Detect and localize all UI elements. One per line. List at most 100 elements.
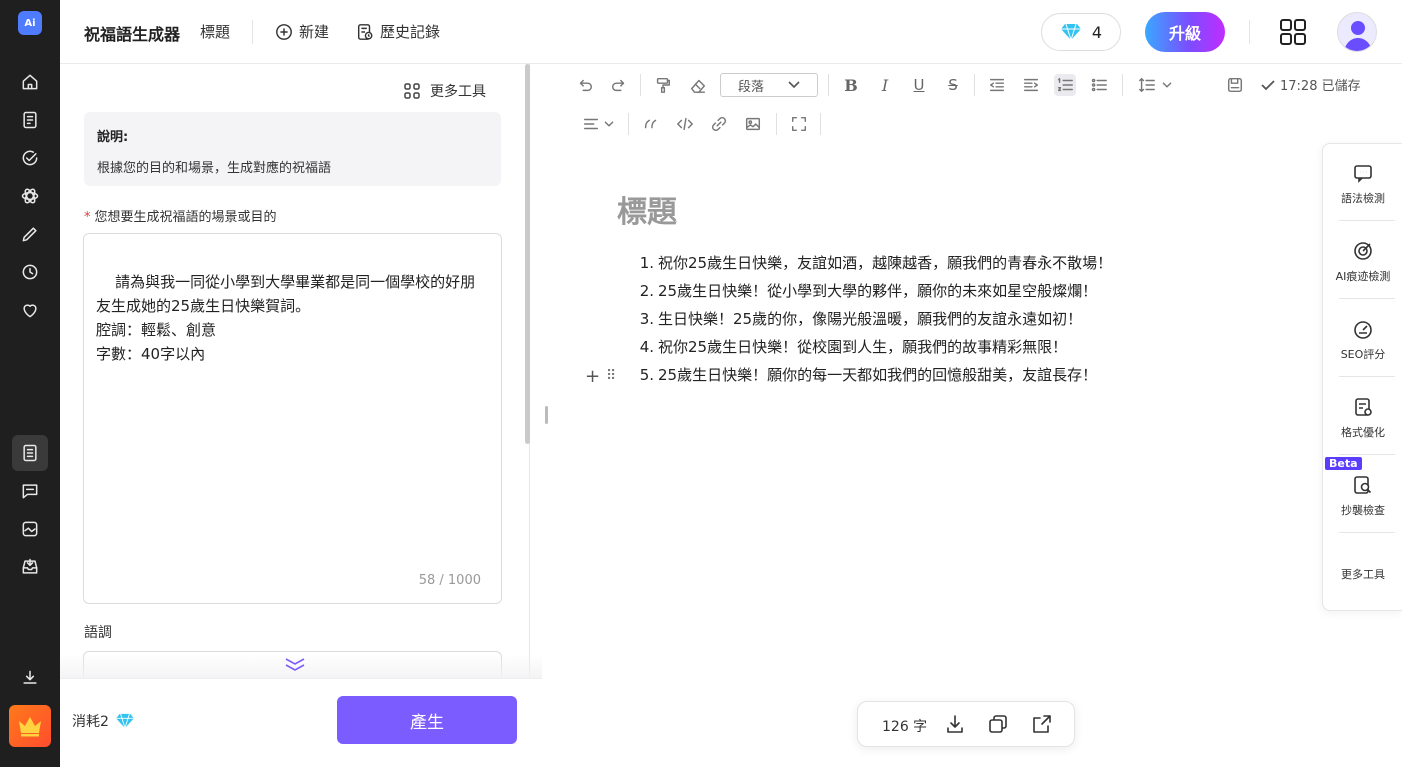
divider <box>1339 298 1395 299</box>
generate-button[interactable]: 產生 <box>337 696 517 744</box>
seo-score-button[interactable]: SEO評分 <box>1323 318 1402 388</box>
format-optimize-button[interactable]: 格式優化 <box>1323 396 1402 466</box>
description-box: 說明: 根據您的目的和場景，生成對應的祝福語 <box>84 112 501 186</box>
field-label: * 您想要生成祝福語的場景或目的 <box>84 206 277 225</box>
history-doc-icon <box>357 23 373 40</box>
heart-icon[interactable] <box>16 296 44 324</box>
right-tools-panel: 語法檢測 AI痕迹檢測 SEO評分 格式優化 Beta 抄襲檢查 更多工具 <box>1322 143 1402 611</box>
check-icon <box>1261 79 1275 90</box>
ordered-list-icon[interactable] <box>1054 74 1076 96</box>
indent-icon[interactable] <box>1020 74 1042 96</box>
copy-icon[interactable] <box>987 713 1009 735</box>
cost-text: 消耗2 <box>72 714 109 730</box>
list-item[interactable]: 2. 25歲生日快樂！從小學到大學的夥伴，願你的未來如星空般燦爛！ <box>636 278 1112 306</box>
download-icon[interactable] <box>944 713 966 735</box>
download-icon[interactable] <box>16 664 44 692</box>
image-icon[interactable] <box>742 113 764 135</box>
open-external-icon[interactable] <box>1031 713 1053 735</box>
save-status-text: 17:28 已儲存 <box>1280 79 1361 94</box>
list-item[interactable]: 4. 祝你25歲生日快樂！從校園到人生，願我們的故事精彩無限！ <box>636 334 1112 362</box>
grid-icon <box>404 83 420 99</box>
more-tools-button[interactable]: 更多工具 <box>404 81 486 101</box>
grammar-check-button[interactable]: 語法檢測 <box>1323 162 1402 232</box>
panel-resize-handle[interactable] <box>545 406 548 424</box>
link-icon[interactable] <box>708 113 730 135</box>
list-item[interactable]: 3. 生日快樂！25歲的你，像陽光般溫暖，願我們的友誼永遠如初！ <box>636 306 1112 334</box>
bold-icon[interactable]: B <box>840 74 862 96</box>
target-icon <box>1354 242 1372 260</box>
divider <box>776 113 777 135</box>
plagiarism-check-button[interactable]: 抄襲檢查 <box>1323 474 1402 544</box>
new-button[interactable]: 新建 <box>275 21 329 42</box>
redo-icon[interactable] <box>608 74 630 96</box>
drag-handle-icon[interactable]: ⠿ <box>606 368 616 384</box>
pencil-icon[interactable] <box>16 220 44 248</box>
chat-dots-icon <box>1354 165 1372 183</box>
paragraph-select[interactable]: 段落 <box>720 73 818 97</box>
history-icon[interactable] <box>16 258 44 286</box>
description-heading: 說明: <box>97 130 129 145</box>
inbox-icon[interactable] <box>16 553 44 581</box>
undo-icon[interactable] <box>574 74 596 96</box>
image-icon[interactable] <box>16 515 44 543</box>
code-icon[interactable] <box>674 113 696 135</box>
strikethrough-icon[interactable]: S <box>942 74 964 96</box>
chevron-down-icon[interactable] <box>1156 74 1178 96</box>
divider <box>1339 532 1395 533</box>
more-tools-side-button[interactable]: 更多工具 <box>1323 566 1402 636</box>
document-heading[interactable]: 標題 <box>617 187 677 231</box>
app-logo[interactable]: Ai <box>18 11 42 35</box>
home-icon[interactable] <box>16 68 44 96</box>
format-painter-icon[interactable] <box>652 74 674 96</box>
eraser-icon[interactable] <box>687 74 709 96</box>
underline-icon[interactable]: U <box>908 74 930 96</box>
list-item[interactable]: 1. 祝你25歲生日快樂，友誼如酒，越陳越香，願我們的青春永不散場！ <box>636 250 1112 278</box>
list-item[interactable]: 5. 25歲生日快樂！願你的每一天都如我們的回憶般甜美，友誼長存！ <box>636 362 1112 390</box>
history-button[interactable]: 歷史記錄 <box>356 21 440 42</box>
fullscreen-icon[interactable] <box>788 113 810 135</box>
add-block-icon[interactable]: + <box>585 366 600 387</box>
apps-grid-icon[interactable] <box>1279 18 1307 46</box>
beta-badge: Beta <box>1325 457 1362 470</box>
app-title: 祝福語生成器 <box>84 25 181 44</box>
line-height-icon[interactable] <box>1136 74 1158 96</box>
gems-count: 4 <box>1091 22 1103 42</box>
gems-balance[interactable]: 4 <box>1041 13 1121 51</box>
check-circle-icon[interactable] <box>16 144 44 172</box>
word-count: 126 字 <box>882 719 928 735</box>
divider <box>1339 454 1395 455</box>
scenario-text[interactable]: 請為與我一同從小學到大學畢業都是同一個學校的好朋 友生成她的25歲生日快樂賀詞。… <box>96 273 475 363</box>
gauge-icon <box>1354 321 1372 339</box>
document-icon[interactable] <box>16 106 44 134</box>
diamond-icon <box>116 713 134 729</box>
divider <box>1339 220 1395 221</box>
save-icon[interactable] <box>1224 74 1246 96</box>
blessing-list: 1. 祝你25歲生日快樂，友誼如酒，越陳越香，願我們的青春永不散場！ 2. 25歲生… <box>636 250 1112 390</box>
doc-search-icon <box>1354 476 1372 494</box>
upgrade-button[interactable]: 升級 <box>1145 12 1225 52</box>
notebook-icon[interactable] <box>12 435 48 471</box>
crown-icon[interactable] <box>9 705 51 747</box>
bullet-list-icon[interactable] <box>1088 74 1110 96</box>
format-doc-icon <box>1355 398 1372 416</box>
outdent-icon[interactable] <box>986 74 1008 96</box>
input-panel: 更多工具 說明: 根據您的目的和場景，生成對應的祝福語 * 您想要生成祝福語的場景… <box>60 64 542 767</box>
ai-detect-button[interactable]: AI痕迹檢測 <box>1323 240 1402 310</box>
chevron-down-icon[interactable] <box>598 113 620 135</box>
message-icon[interactable] <box>16 477 44 505</box>
atom-icon[interactable] <box>16 182 44 210</box>
diamond-icon <box>1060 23 1081 41</box>
quote-icon[interactable] <box>640 113 662 135</box>
italic-icon[interactable]: I <box>874 74 896 96</box>
double-chevron-down-icon[interactable] <box>283 656 307 672</box>
required-mark: * <box>84 210 91 225</box>
scenario-textarea[interactable]: 請為與我一同從小學到大學畢業都是同一個學校的好朋 友生成她的25歲生日快樂賀詞。… <box>83 233 502 604</box>
char-counter: 58 / 1000 <box>418 573 481 588</box>
cost-label: 消耗2 <box>72 711 135 731</box>
history-label: 歷史記錄 <box>380 23 441 41</box>
divider <box>974 74 975 96</box>
avatar[interactable] <box>1337 12 1377 52</box>
document-title[interactable]: 標題 <box>200 21 230 42</box>
field-label-text: 您想要生成祝福語的場景或目的 <box>94 210 277 225</box>
divider <box>640 74 641 96</box>
